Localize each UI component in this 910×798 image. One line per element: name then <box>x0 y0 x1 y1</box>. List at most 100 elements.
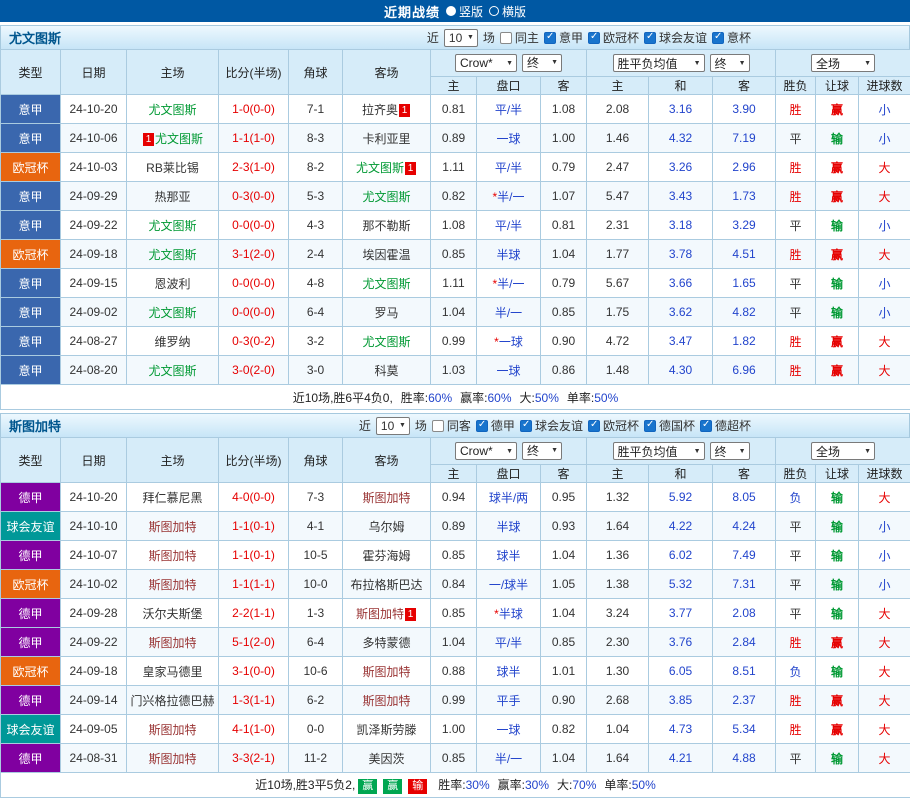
team-link[interactable]: 尤文图斯 <box>362 277 410 291</box>
filter-same[interactable]: 同客 <box>432 417 471 434</box>
team-link[interactable]: 门兴格拉德巴赫 <box>130 694 214 708</box>
away-team[interactable]: 尤文图斯 <box>343 182 431 211</box>
team-link[interactable]: 尤文图斯 <box>155 132 203 146</box>
team-link[interactable]: 尤文图斯 <box>148 248 196 262</box>
radio-selected-icon[interactable] <box>446 6 456 16</box>
avg-select[interactable]: 胜平负均值▼ <box>613 442 705 460</box>
away-team[interactable]: 尤文图斯1 <box>343 153 431 182</box>
checkbox-icon[interactable] <box>700 420 712 432</box>
team-link[interactable]: 热那亚 <box>154 190 190 204</box>
team-link[interactable]: 沃尔夫斯堡 <box>142 607 202 621</box>
final-avg-select[interactable]: 终▼ <box>710 442 750 460</box>
filter-comp-3[interactable]: 德国杯 <box>644 417 695 434</box>
checkbox-icon[interactable] <box>644 32 656 44</box>
team-link[interactable]: 斯图加特 <box>362 491 410 505</box>
team-link[interactable]: 罗马 <box>374 306 398 320</box>
home-team[interactable]: 恩波利 <box>127 269 219 298</box>
home-team[interactable]: 拜仁慕尼黑 <box>127 483 219 512</box>
checkbox-icon[interactable] <box>544 32 556 44</box>
filter-comp-1[interactable]: 欧冠杯 <box>588 29 639 46</box>
checkbox-icon[interactable] <box>712 32 724 44</box>
team-link[interactable]: 那不勒斯 <box>362 219 410 233</box>
away-team[interactable]: 那不勒斯 <box>343 211 431 240</box>
home-team[interactable]: 门兴格拉德巴赫 <box>127 686 219 715</box>
team-link[interactable]: 布拉格斯巴达 <box>350 578 422 592</box>
home-team[interactable]: 尤文图斯 <box>127 211 219 240</box>
away-team[interactable]: 布拉格斯巴达 <box>343 570 431 599</box>
checkbox-icon[interactable] <box>520 420 532 432</box>
radio-vertical[interactable]: 竖版 <box>446 3 483 20</box>
full-match-select[interactable]: 全场▼ <box>811 442 875 460</box>
filter-comp-2[interactable]: 欧冠杯 <box>588 417 639 434</box>
home-team[interactable]: 尤文图斯 <box>127 240 219 269</box>
home-team[interactable]: 斯图加特 <box>127 570 219 599</box>
team-link[interactable]: 斯图加特 <box>362 665 410 679</box>
away-team[interactable]: 乌尔姆 <box>343 512 431 541</box>
home-team[interactable]: 斯图加特 <box>127 512 219 541</box>
team-link[interactable]: 恩波利 <box>154 277 190 291</box>
recent-count-select[interactable]: 10▼ <box>444 29 478 47</box>
team-link[interactable]: 斯图加特 <box>362 694 410 708</box>
home-team[interactable]: 斯图加特 <box>127 744 219 773</box>
checkbox-icon[interactable] <box>588 420 600 432</box>
team-link[interactable]: 尤文图斯 <box>148 306 196 320</box>
final-odds-select[interactable]: 终▼ <box>522 442 562 460</box>
odds-company-select[interactable]: Crow*▼ <box>455 442 517 460</box>
checkbox-icon[interactable] <box>500 32 512 44</box>
home-team[interactable]: 斯图加特 <box>127 715 219 744</box>
team-link[interactable]: 尤文图斯 <box>148 103 196 117</box>
team-link[interactable]: 斯图加特 <box>148 549 196 563</box>
filter-same[interactable]: 同主 <box>500 29 539 46</box>
filter-comp-0[interactable]: 德甲 <box>476 417 515 434</box>
filter-comp-4[interactable]: 德超杯 <box>700 417 751 434</box>
home-team[interactable]: 斯图加特 <box>127 541 219 570</box>
home-team[interactable]: 尤文图斯 <box>127 95 219 124</box>
home-team[interactable]: 维罗纳 <box>127 327 219 356</box>
away-team[interactable]: 斯图加特1 <box>343 599 431 628</box>
final-avg-select[interactable]: 终▼ <box>710 54 750 72</box>
team-link[interactable]: 科莫 <box>374 364 398 378</box>
away-team[interactable]: 卡利亚里 <box>343 124 431 153</box>
team-link[interactable]: 霍芬海姆 <box>362 549 410 563</box>
home-team[interactable]: 斯图加特 <box>127 628 219 657</box>
away-team[interactable]: 埃因霍温 <box>343 240 431 269</box>
home-team[interactable]: 热那亚 <box>127 182 219 211</box>
team-link[interactable]: 多特蒙德 <box>362 636 410 650</box>
team-link[interactable]: 维罗纳 <box>154 335 190 349</box>
final-odds-select[interactable]: 终▼ <box>522 54 562 72</box>
checkbox-icon[interactable] <box>432 420 444 432</box>
checkbox-icon[interactable] <box>644 420 656 432</box>
filter-comp-1[interactable]: 球会友谊 <box>520 417 583 434</box>
away-team[interactable]: 霍芬海姆 <box>343 541 431 570</box>
team-link[interactable]: 埃因霍温 <box>362 248 410 262</box>
away-team[interactable]: 多特蒙德 <box>343 628 431 657</box>
filter-comp-2[interactable]: 球会友谊 <box>644 29 707 46</box>
home-team[interactable]: 尤文图斯 <box>127 356 219 385</box>
team-link[interactable]: 卡利亚里 <box>362 132 410 146</box>
team-link[interactable]: 拜仁慕尼黑 <box>142 491 202 505</box>
team-link[interactable]: 斯图加特 <box>148 520 196 534</box>
home-team[interactable]: RB莱比锡 <box>127 153 219 182</box>
home-team[interactable]: 沃尔夫斯堡 <box>127 599 219 628</box>
team-link[interactable]: 尤文图斯 <box>362 190 410 204</box>
away-team[interactable]: 科莫 <box>343 356 431 385</box>
away-team[interactable]: 凯泽斯劳滕 <box>343 715 431 744</box>
home-team[interactable]: 1尤文图斯 <box>127 124 219 153</box>
team-link[interactable]: 尤文图斯 <box>148 364 196 378</box>
checkbox-icon[interactable] <box>588 32 600 44</box>
home-team[interactable]: 皇家马德里 <box>127 657 219 686</box>
away-team[interactable]: 斯图加特 <box>343 686 431 715</box>
team-link[interactable]: 斯图加特 <box>356 607 404 621</box>
team-link[interactable]: 拉齐奥 <box>362 103 398 117</box>
team-link[interactable]: 皇家马德里 <box>142 665 202 679</box>
team-link[interactable]: 尤文图斯 <box>356 161 404 175</box>
away-team[interactable]: 尤文图斯 <box>343 327 431 356</box>
filter-comp-3[interactable]: 意杯 <box>712 29 751 46</box>
team-link[interactable]: RB莱比锡 <box>146 161 199 175</box>
team-link[interactable]: 斯图加特 <box>148 636 196 650</box>
away-team[interactable]: 罗马 <box>343 298 431 327</box>
odds-company-select[interactable]: Crow*▼ <box>455 54 517 72</box>
team-link[interactable]: 尤文图斯 <box>148 219 196 233</box>
away-team[interactable]: 拉齐奥1 <box>343 95 431 124</box>
full-match-select[interactable]: 全场▼ <box>811 54 875 72</box>
